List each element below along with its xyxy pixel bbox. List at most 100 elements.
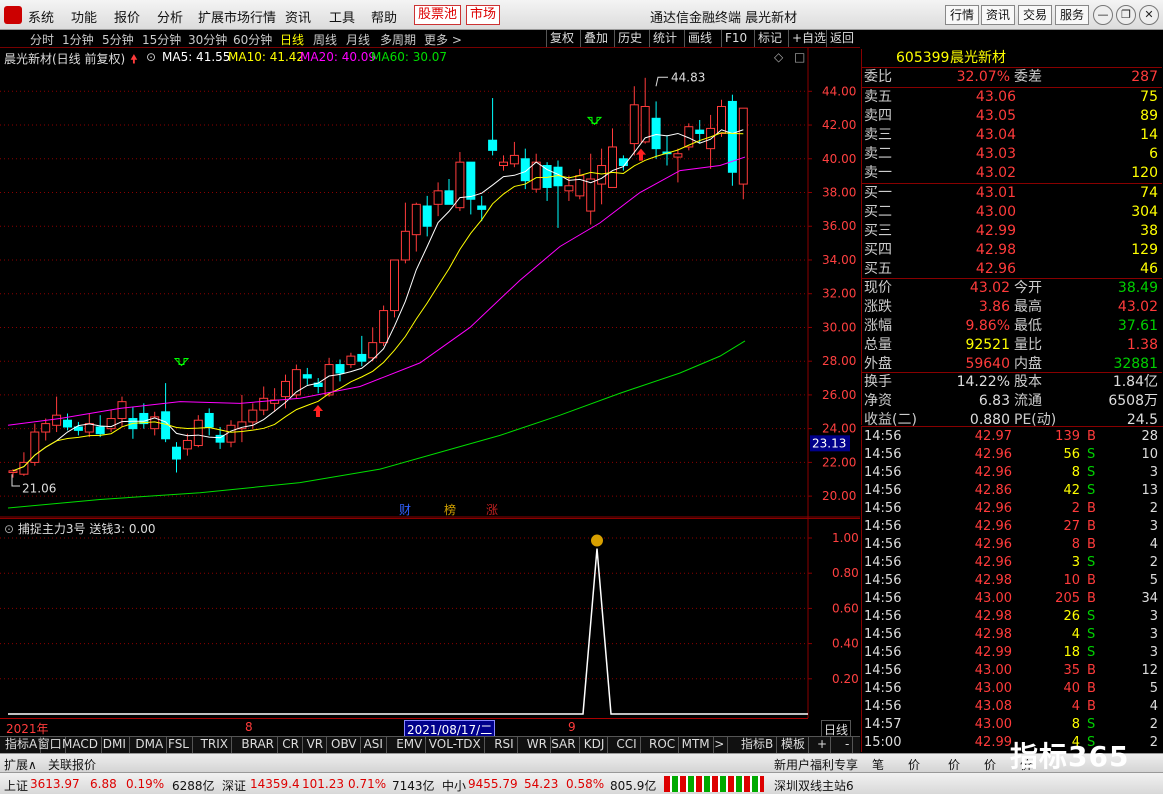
- ask-row[interactable]: 卖二 43.03 6: [862, 145, 1162, 164]
- tab-jia-1[interactable]: 价: [908, 756, 920, 773]
- candle-body[interactable]: [509, 154, 519, 165]
- candle-body[interactable]: [586, 178, 596, 212]
- candle-body[interactable]: [281, 380, 290, 398]
- candle-body[interactable]: [357, 353, 367, 362]
- kline-chart[interactable]: 44.00 42.00 40.00 38.00 36.00 34.00 32.00 30.00…: [0, 48, 860, 518]
- indicator-dropdown-icon[interactable]: ⊙: [4, 522, 14, 536]
- ask-row[interactable]: 卖一 43.02 120: [862, 164, 1162, 183]
- bid-row[interactable]: 买二 43.00 304: [862, 203, 1162, 222]
- indicator-tab[interactable]: EMV: [393, 737, 427, 753]
- tool-fuquan[interactable]: 复权: [546, 30, 577, 47]
- tool-f10[interactable]: F10: [721, 30, 750, 47]
- candle-body[interactable]: [379, 310, 389, 344]
- candle-body[interactable]: [106, 418, 116, 430]
- candle-body[interactable]: [368, 342, 378, 359]
- candle-body[interactable]: [706, 127, 716, 150]
- candle-body[interactable]: [63, 419, 72, 428]
- indicator-tab-right[interactable]: +: [814, 737, 832, 753]
- dropdown-icon[interactable]: ⊙: [146, 50, 156, 64]
- candle-body[interactable]: [411, 203, 421, 236]
- period-5min[interactable]: 5分钟: [102, 31, 134, 48]
- tool-draw[interactable]: 画线: [684, 30, 715, 47]
- tool-add-fav[interactable]: +自选: [788, 30, 829, 47]
- bid-row[interactable]: 买一 43.01 74: [862, 184, 1162, 203]
- candle-body[interactable]: [172, 446, 181, 460]
- close-icon[interactable]: ✕: [1139, 5, 1159, 25]
- menu-news[interactable]: 资讯: [285, 7, 311, 26]
- event-marker-3[interactable]: 涨: [486, 502, 498, 517]
- indicator-tab[interactable]: MACD: [59, 737, 102, 753]
- tab-jia-3[interactable]: 价: [984, 756, 996, 773]
- indicator-tab[interactable]: VR: [304, 737, 328, 753]
- candle-body[interactable]: [695, 129, 705, 134]
- menu-function[interactable]: 功能: [71, 7, 97, 26]
- candle-body[interactable]: [738, 107, 748, 185]
- indicator-tab[interactable]: ASI: [361, 737, 387, 753]
- candle-body[interactable]: [433, 190, 443, 205]
- candle-body[interactable]: [291, 369, 301, 396]
- menu-market[interactable]: 市场: [466, 5, 501, 25]
- indicator-tab[interactable]: FSL: [165, 737, 193, 753]
- btn-news[interactable]: 资讯: [981, 5, 1016, 25]
- candle-body[interactable]: [608, 146, 617, 188]
- candle-body[interactable]: [226, 424, 236, 443]
- indicator-tab[interactable]: BRAR: [238, 737, 279, 753]
- candle-body[interactable]: [259, 397, 269, 411]
- indicator-tab-right[interactable]: 模板: [778, 737, 810, 753]
- period-weekly[interactable]: 周线: [313, 31, 337, 48]
- period-fenshi[interactable]: 分时: [30, 31, 54, 48]
- btn-service[interactable]: 服务: [1055, 5, 1090, 25]
- indicator-tab[interactable]: TRIX: [198, 737, 233, 753]
- candle-body[interactable]: [564, 185, 574, 192]
- candle-body[interactable]: [95, 426, 105, 435]
- indicator-tab[interactable]: WR: [524, 737, 551, 753]
- tab-bi[interactable]: 笔: [872, 756, 884, 773]
- candle-body[interactable]: [182, 439, 192, 450]
- indicator-tab[interactable]: DMA: [132, 737, 168, 753]
- btn-trade[interactable]: 交易: [1018, 5, 1053, 25]
- candle-body[interactable]: [444, 190, 454, 205]
- tick-list[interactable]: 14:56 42.97 139 B 28 14:56 42.96 56 S 10 14:56 42.9…: [861, 426, 1163, 752]
- bid-row[interactable]: 买四 42.98 129: [862, 241, 1162, 260]
- tool-overlay[interactable]: 叠加: [580, 30, 611, 47]
- candle-body[interactable]: [597, 165, 607, 185]
- candle-body[interactable]: [673, 153, 683, 158]
- candle-body[interactable]: [248, 409, 258, 423]
- menu-quote[interactable]: 报价: [114, 7, 140, 26]
- period-more[interactable]: 更多 >: [424, 31, 462, 48]
- candle-body[interactable]: [488, 139, 498, 151]
- menu-tools[interactable]: 工具: [329, 7, 355, 26]
- candle-body[interactable]: [390, 259, 399, 312]
- candle-body[interactable]: [400, 230, 410, 261]
- indicator-tab[interactable]: SAR: [548, 737, 580, 753]
- indicator-tab-right[interactable]: 指标B: [738, 737, 778, 753]
- candle-body[interactable]: [466, 161, 476, 200]
- ask-row[interactable]: 卖三 43.04 14: [862, 126, 1162, 145]
- bid-row[interactable]: 买三 42.99 38: [862, 222, 1162, 241]
- indicator-tab[interactable]: ROC: [646, 737, 680, 753]
- btn-market[interactable]: 行情: [945, 5, 980, 25]
- candle-body[interactable]: [117, 401, 127, 420]
- period-30min[interactable]: 30分钟: [188, 31, 227, 48]
- period-1min[interactable]: 1分钟: [62, 31, 94, 48]
- period-15min[interactable]: 15分钟: [142, 31, 181, 48]
- chart-config-icon[interactable]: ◇: [774, 50, 783, 64]
- candle-body[interactable]: [422, 205, 432, 227]
- tool-mark[interactable]: 标记: [754, 30, 785, 47]
- period-60min[interactable]: 60分钟: [233, 31, 272, 48]
- app-logo-icon[interactable]: [4, 6, 22, 24]
- candle-body[interactable]: [41, 423, 51, 433]
- period-monthly[interactable]: 月线: [346, 31, 370, 48]
- indicator-tab[interactable]: MTM: [679, 737, 714, 753]
- indicator-tab[interactable]: VOL-TDX: [426, 737, 485, 753]
- candle-body[interactable]: [531, 161, 541, 190]
- indicator-tab[interactable]: OBV: [328, 737, 361, 753]
- restore-icon[interactable]: ❐: [1116, 5, 1136, 25]
- menu-analysis[interactable]: 分析: [157, 7, 183, 26]
- new-user-promo[interactable]: 新用户福利专享: [774, 756, 858, 773]
- indicator-chart[interactable]: 1.00 0.80 0.60 0.40 0.20: [0, 518, 860, 718]
- ask-row[interactable]: 卖五 43.06 75: [862, 88, 1162, 107]
- candle-body[interactable]: [52, 414, 62, 426]
- indicator-tab-right[interactable]: -: [842, 737, 854, 753]
- candle-body[interactable]: [193, 419, 203, 447]
